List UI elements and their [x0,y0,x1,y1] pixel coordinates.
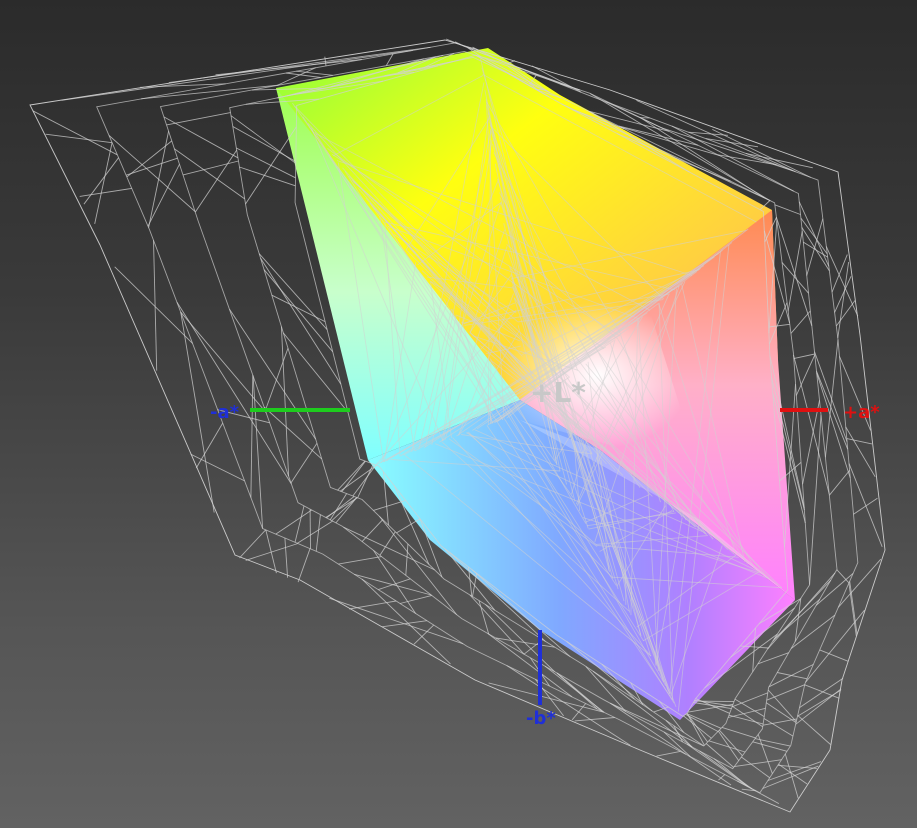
gamut-plot: +L* +a* -a* -b* [29,38,886,813]
gamut-3d-viewport[interactable]: +L* +a* -a* -b* [0,0,917,828]
a-plus-label: +a* [843,402,880,423]
a-minus-label: -a* [210,402,240,423]
b-minus-label: -b* [526,708,556,729]
l-plus-label: +L* [530,376,586,409]
